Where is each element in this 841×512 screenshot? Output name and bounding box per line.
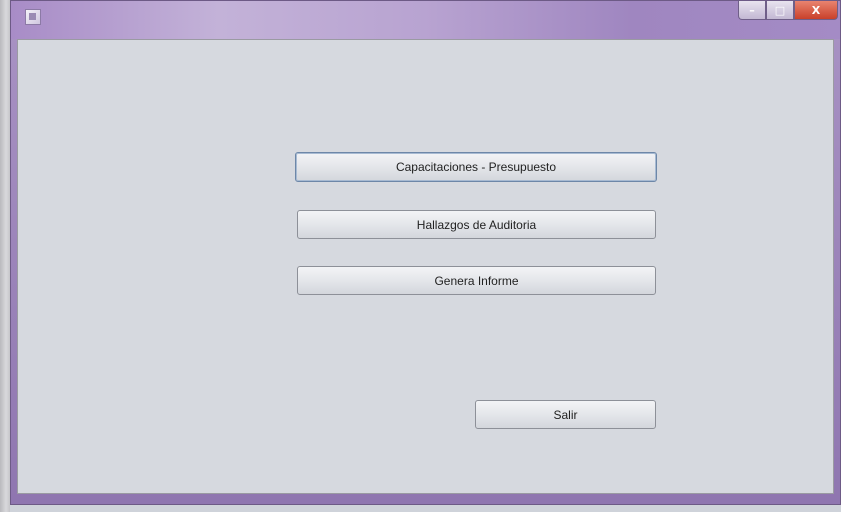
close-button[interactable]: X [794, 1, 838, 20]
hallazgos-auditoria-button[interactable]: Hallazgos de Auditoria [297, 210, 656, 239]
salir-button[interactable]: Salir [475, 400, 656, 429]
genera-informe-button[interactable]: Genera Informe [297, 266, 656, 295]
content-panel: Capacitaciones - Presupuesto Hallazgos d… [17, 39, 834, 494]
title-bar[interactable]: – □ X [11, 1, 840, 39]
desktop-edge [0, 0, 10, 512]
minimize-icon: – [749, 3, 755, 17]
minimize-button[interactable]: – [738, 1, 766, 20]
window-controls: – □ X [738, 1, 838, 21]
app-icon [25, 9, 41, 25]
salir-label: Salir [553, 407, 578, 422]
app-window: – □ X Capacitaciones - Presupuesto Halla… [10, 0, 841, 505]
maximize-icon: □ [774, 3, 786, 17]
maximize-button[interactable]: □ [766, 1, 794, 20]
hallazgos-auditoria-label: Hallazgos de Auditoria [416, 217, 537, 232]
genera-informe-label: Genera Informe [434, 273, 519, 288]
capacitaciones-presupuesto-button[interactable]: Capacitaciones - Presupuesto [295, 152, 657, 182]
close-icon: X [811, 3, 821, 17]
capacitaciones-presupuesto-label: Capacitaciones - Presupuesto [395, 160, 557, 174]
